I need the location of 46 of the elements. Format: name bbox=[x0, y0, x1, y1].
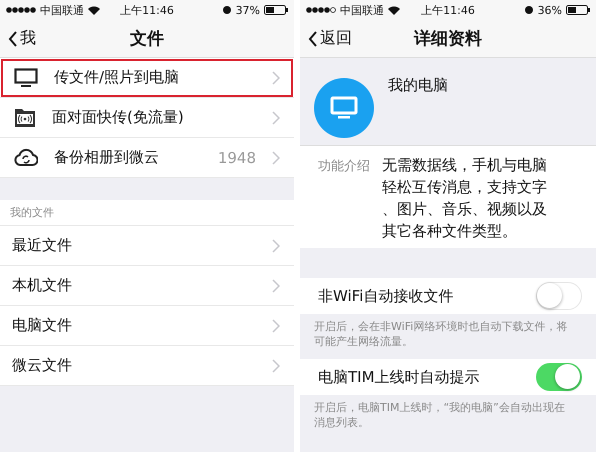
photo-count: 1948 bbox=[218, 148, 256, 166]
chevron-icon bbox=[272, 150, 280, 164]
back-chevron-icon bbox=[308, 30, 318, 46]
menu-label: 传文件/照片到电脑 bbox=[54, 68, 180, 87]
file-label: 微云文件 bbox=[12, 356, 73, 375]
setting-note: 开启后，会在非WiFi网络环境时也自动下载文件，将可能产生网络流量。 bbox=[313, 319, 568, 349]
page-title: 文件 bbox=[130, 28, 164, 50]
signal-icon bbox=[306, 7, 336, 13]
folder-icon bbox=[14, 108, 36, 128]
chevron-icon bbox=[272, 110, 280, 124]
chevron-icon bbox=[272, 238, 280, 252]
intro-text: 无需数据线，手机与电脑轻松互传消息，支持文字、图片、音乐、视频以及其它各种文件类型。 bbox=[382, 155, 547, 242]
intro-label: 功能介绍 bbox=[318, 158, 370, 176]
menu-row[interactable]: 传文件/照片到电脑 bbox=[0, 58, 294, 98]
section-header: 我的文件 bbox=[0, 200, 294, 226]
status-time: 上午11:46 bbox=[421, 2, 475, 18]
monitor-icon bbox=[14, 68, 38, 88]
battery-percent: 36% bbox=[538, 4, 562, 16]
battery-percent: 37% bbox=[236, 4, 260, 16]
cloud-sync-icon bbox=[14, 148, 38, 168]
chevron-icon bbox=[272, 318, 280, 332]
chevron-icon bbox=[272, 70, 280, 84]
setting-note: 开启后，电脑TIM上线时，“我的电脑”会自动出现在消息列表。 bbox=[313, 400, 566, 430]
setting-label: 电脑TIM上线时自动提示 bbox=[318, 368, 481, 386]
battery-icon bbox=[264, 5, 288, 15]
page-title: 详细资料 bbox=[414, 28, 482, 50]
file-label: 本机文件 bbox=[12, 276, 73, 295]
signal-icon bbox=[6, 7, 36, 13]
back-button[interactable]: 我 bbox=[0, 28, 36, 49]
carrier-label: 中国联通 bbox=[340, 2, 384, 18]
wifi-icon bbox=[388, 6, 400, 14]
toggle-switch[interactable] bbox=[536, 363, 582, 391]
chevron-icon bbox=[272, 358, 280, 372]
status-time: 上午11:46 bbox=[120, 2, 174, 18]
setting-label: 非WiFi自动接收文件 bbox=[318, 286, 454, 306]
back-button[interactable]: 返回 bbox=[300, 28, 352, 49]
file-label: 最近文件 bbox=[12, 236, 73, 255]
battery-icon bbox=[566, 5, 590, 15]
carrier-label: 中国联通 bbox=[40, 2, 84, 18]
profile-name: 我的电脑 bbox=[388, 76, 448, 96]
back-chevron-icon bbox=[8, 30, 18, 46]
wifi-icon bbox=[88, 6, 100, 14]
menu-label: 备份相册到微云 bbox=[54, 148, 160, 167]
menu-label: 面对面快传(免流量) bbox=[52, 108, 185, 127]
file-label: 电脑文件 bbox=[12, 316, 73, 335]
chevron-icon bbox=[272, 278, 280, 292]
